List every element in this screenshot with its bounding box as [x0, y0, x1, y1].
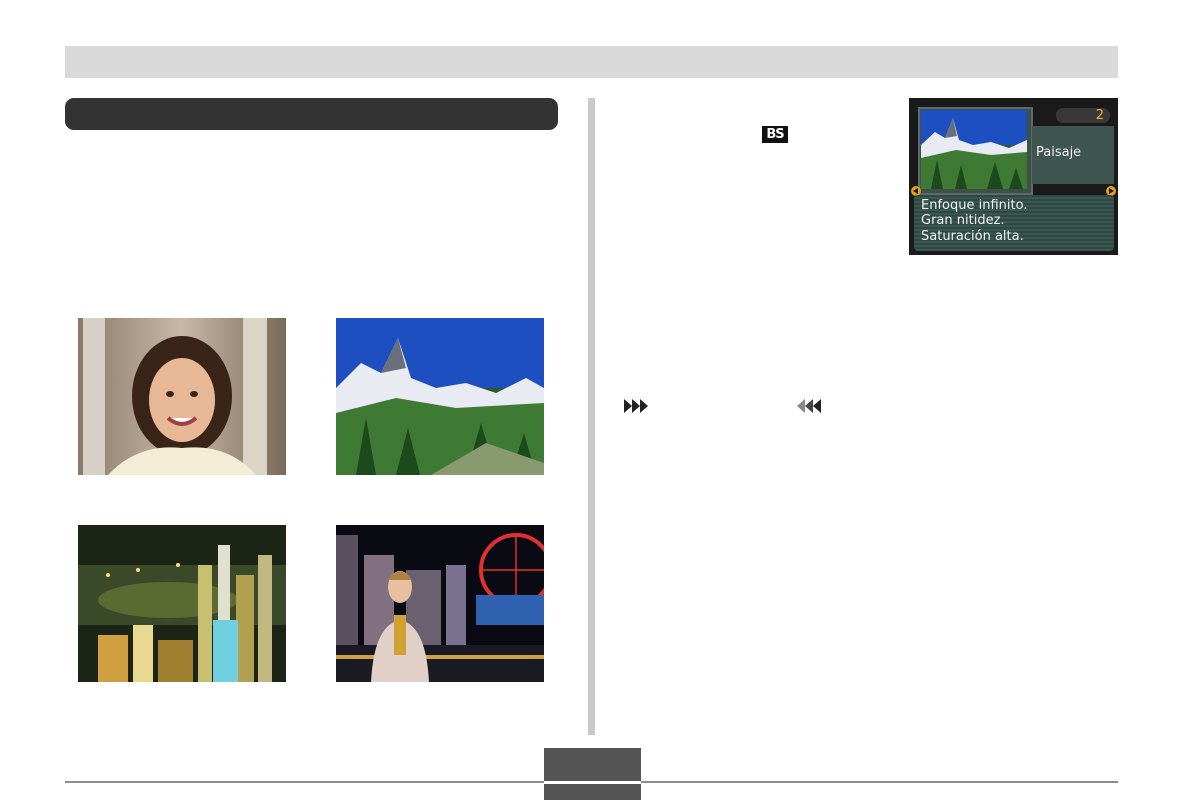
scene-description-line: Gran nitidez. — [921, 213, 1005, 228]
bs-mode-badge: BS — [762, 126, 788, 143]
scene-mode-label: Paisaje — [1036, 145, 1082, 160]
night-portrait-photo — [336, 525, 544, 682]
section-header-bar — [65, 98, 558, 130]
landscape-photo — [336, 318, 544, 475]
camera-landscape-thumbnail — [921, 110, 1027, 189]
top-bar — [65, 46, 1118, 78]
scene-description-line: Saturación alta. — [921, 229, 1024, 244]
camera-lcd-screen: 2 Paisaje Enfoque infinito. Gran nitidez… — [909, 98, 1118, 255]
page-number-tab — [544, 748, 641, 800]
page-number-tab-gap — [544, 781, 641, 784]
note-start-marker-icon — [624, 399, 648, 413]
column-divider — [588, 98, 595, 735]
night-scene-photo — [78, 525, 286, 682]
scene-number: 2 — [1056, 108, 1110, 123]
note-end-marker-icon — [797, 399, 821, 413]
scene-description-line: Enfoque infinito. — [921, 198, 1028, 213]
portrait-photo — [78, 318, 286, 475]
